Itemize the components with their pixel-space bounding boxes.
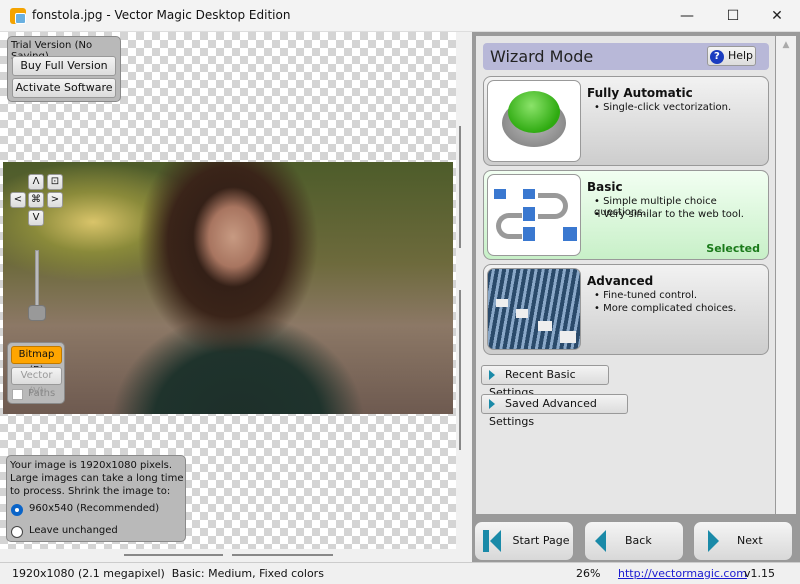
horizontal-scrollbar[interactable] xyxy=(232,554,333,556)
selected-badge: Selected xyxy=(706,242,760,255)
pan-right-button[interactable]: > xyxy=(47,192,63,208)
vertical-scrollbar[interactable]: ▲ xyxy=(776,36,796,514)
start-page-icon xyxy=(483,522,501,560)
expand-arrow-icon xyxy=(489,399,495,409)
pan-down-button[interactable]: V xyxy=(28,210,44,226)
recent-basic-settings-button[interactable]: Recent Basic Settings xyxy=(481,365,609,399)
back-button[interactable]: Back xyxy=(584,521,684,561)
website-link[interactable]: http://vectormagic.com xyxy=(618,567,747,580)
back-arrow-icon xyxy=(595,530,606,552)
start-page-button[interactable]: Start Page xyxy=(474,521,574,561)
zoom-slider-thumb[interactable] xyxy=(28,305,46,321)
mode-fully-automatic[interactable]: Fully Automatic • Single-click vectoriza… xyxy=(483,76,769,166)
vector-view-button[interactable]: Vector (V) xyxy=(11,367,62,397)
center-button[interactable]: ⌘ xyxy=(28,192,44,208)
expand-arrow-icon xyxy=(489,370,495,380)
splitter-handle[interactable] xyxy=(459,126,461,248)
workflow-diagram-icon xyxy=(487,174,581,256)
scroll-up-icon[interactable]: ▲ xyxy=(776,40,796,50)
paths-checkbox[interactable] xyxy=(12,389,23,400)
view-panel: Bitmap (B) Vector (V) Paths xyxy=(7,342,65,404)
mode-bullet: • Single-click vectorization. xyxy=(594,102,732,113)
radio-leave-unchanged[interactable] xyxy=(11,526,23,538)
wizard-title: Wizard Mode xyxy=(490,47,594,66)
status-info: 1920x1080 (2.1 megapixel) Basic: Medium,… xyxy=(12,567,324,580)
help-label: Help xyxy=(727,49,754,62)
bitmap-preview xyxy=(3,162,453,414)
shrink-panel: Your image is 1920x1080 pixels. Large im… xyxy=(6,455,186,542)
splitter-handle[interactable] xyxy=(459,290,461,450)
minimize-button[interactable]: — xyxy=(664,0,710,32)
help-icon: ? xyxy=(709,50,724,64)
mode-title: Advanced xyxy=(587,274,654,288)
maximize-button[interactable]: ☐ xyxy=(710,0,756,32)
app-icon xyxy=(10,8,26,24)
paths-label: Paths xyxy=(28,388,56,399)
mode-bullet: • Very similar to the web tool. xyxy=(594,209,744,220)
green-button-icon xyxy=(487,80,581,162)
pan-left-button[interactable]: < xyxy=(10,192,26,208)
window-title: fonstola.jpg - Vector Magic Desktop Edit… xyxy=(32,8,291,22)
next-button[interactable]: Next xyxy=(693,521,793,561)
activate-software-button[interactable]: Activate Software xyxy=(12,78,116,98)
next-arrow-icon xyxy=(708,530,719,552)
mode-basic[interactable]: Basic • Simple multiple choice questions… xyxy=(483,170,769,260)
option-recommended-label: 960x540 (Recommended) xyxy=(29,503,160,514)
status-bar: 1920x1080 (2.1 megapixel) Basic: Medium,… xyxy=(0,562,800,584)
shrink-message: Your image is 1920x1080 pixels. Large im… xyxy=(10,460,184,497)
mode-advanced[interactable]: Advanced • Fine-tuned control. • More co… xyxy=(483,264,769,355)
zoom-fit-button[interactable]: ⊡ xyxy=(47,174,63,190)
mixing-console-icon xyxy=(487,268,581,350)
mode-title: Fully Automatic xyxy=(587,86,693,100)
mode-title: Basic xyxy=(587,180,623,194)
trial-panel: Trial Version (No Saving) Buy Full Versi… xyxy=(7,36,121,102)
close-button[interactable]: ✕ xyxy=(754,0,800,32)
zoom-level: 26% xyxy=(576,567,601,580)
mode-bullet: • More complicated choices. xyxy=(594,303,737,314)
help-button[interactable]: ? Help xyxy=(707,46,756,66)
zoom-slider-track[interactable] xyxy=(35,250,39,310)
bitmap-view-button[interactable]: Bitmap (B) xyxy=(11,346,62,376)
pan-up-button[interactable]: Λ xyxy=(28,174,44,190)
buy-full-version-button[interactable]: Buy Full Version xyxy=(12,56,116,76)
mode-bullet: • Fine-tuned control. xyxy=(594,290,698,301)
radio-recommended[interactable] xyxy=(11,504,23,516)
version-label: v1.15 xyxy=(744,567,776,580)
horizontal-scrollbar[interactable] xyxy=(124,554,223,556)
title-bar: fonstola.jpg - Vector Magic Desktop Edit… xyxy=(0,0,800,32)
option-leave-unchanged-label: Leave unchanged xyxy=(29,525,118,536)
saved-advanced-settings-button[interactable]: Saved Advanced Settings xyxy=(481,394,628,428)
